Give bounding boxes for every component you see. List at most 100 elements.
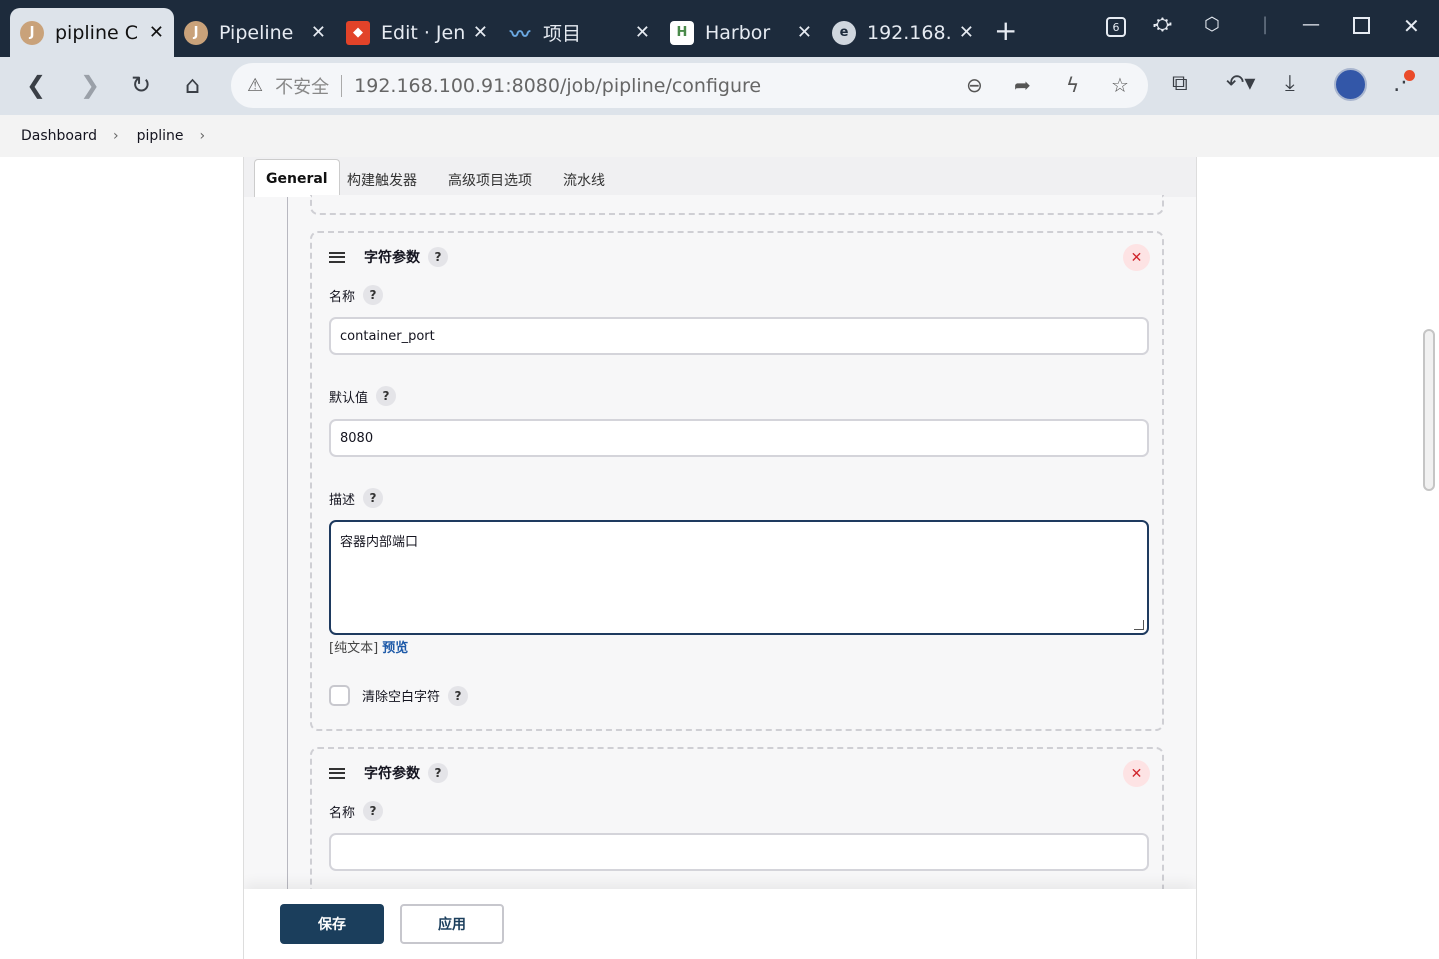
- zoom-out-icon[interactable]: ⊖: [966, 73, 983, 97]
- description-label-row: 描述 ?: [329, 488, 384, 508]
- undo-icon[interactable]: ↶▾: [1226, 71, 1255, 96]
- download-icon[interactable]: ⤓: [1285, 71, 1295, 96]
- incognito-icon[interactable]: ⛮: [1153, 14, 1172, 35]
- divider-icon: |: [1262, 14, 1269, 35]
- param-title: 字符参数: [364, 766, 420, 782]
- shirt-icon[interactable]: ⬡: [1204, 14, 1220, 35]
- back-icon[interactable]: ❮: [26, 71, 46, 99]
- tab-advanced-options[interactable]: 高级项目选项: [448, 163, 532, 197]
- name-input[interactable]: container_port: [329, 317, 1149, 355]
- action-bar: 保存 应用: [244, 889, 1196, 959]
- param-header: 字符参数 ?: [329, 763, 448, 783]
- jenkins-icon: J: [20, 20, 44, 45]
- close-tab-icon[interactable]: ✕: [635, 22, 650, 43]
- drag-handle-icon[interactable]: [329, 767, 345, 779]
- tab-general[interactable]: General: [254, 159, 340, 197]
- config-tabs: General 构建触发器 高级项目选项 流水线: [244, 157, 1196, 197]
- reload-icon[interactable]: ↻: [131, 71, 151, 99]
- description-textarea[interactable]: 容器内部端口: [329, 520, 1149, 635]
- description-text: 容器内部端口: [340, 535, 419, 550]
- trim-checkbox[interactable]: [329, 685, 350, 706]
- browser-tab-harbor[interactable]: H Harbor ✕: [660, 8, 822, 57]
- default-label-row: 默认值 ?: [329, 386, 397, 406]
- close-tab-icon[interactable]: ✕: [311, 22, 326, 43]
- globe-icon: e: [832, 20, 856, 45]
- name-label: 名称: [329, 805, 356, 821]
- help-icon[interactable]: ?: [376, 386, 397, 406]
- share-icon[interactable]: ➦: [1014, 73, 1031, 97]
- delete-param-button[interactable]: ✕: [1123, 760, 1150, 787]
- save-button[interactable]: 保存: [280, 904, 384, 944]
- page-scrollbar[interactable]: [1423, 329, 1435, 491]
- notification-dot: [1404, 70, 1415, 81]
- close-tab-icon[interactable]: ✕: [797, 22, 812, 43]
- breadcrumb-pipline[interactable]: pipline: [137, 128, 184, 144]
- help-icon[interactable]: ?: [428, 247, 448, 267]
- default-value-input[interactable]: 8080: [329, 419, 1149, 457]
- help-icon[interactable]: ?: [448, 685, 469, 706]
- config-panel: General 构建触发器 高级项目选项 流水线 字符参数 ? ✕ 名称 ? c…: [243, 157, 1197, 959]
- apply-button[interactable]: 应用: [400, 904, 504, 944]
- tab-title: Harbor: [705, 21, 771, 44]
- url-text[interactable]: 192.168.100.91:8080/job/pipline/configur…: [354, 75, 761, 97]
- resize-grip-icon[interactable]: [1134, 620, 1144, 630]
- warning-icon: ⚠: [247, 75, 264, 96]
- address-divider: [341, 74, 343, 97]
- sidebar: [0, 157, 244, 959]
- close-window-icon[interactable]: ✕: [1403, 14, 1420, 38]
- browser-tab-pipline[interactable]: J pipline C ✕: [10, 8, 174, 57]
- close-tab-icon[interactable]: ✕: [473, 22, 488, 43]
- close-tab-icon[interactable]: ✕: [149, 22, 164, 43]
- preview-link[interactable]: 预览: [382, 641, 408, 656]
- rancher-icon: 〰: [510, 22, 530, 46]
- breadcrumb-dashboard[interactable]: Dashboard: [21, 128, 97, 144]
- gitlab-icon: ◆: [346, 20, 370, 45]
- forward-icon[interactable]: ❯: [80, 71, 100, 99]
- help-icon[interactable]: ?: [363, 285, 384, 305]
- insecure-label: 不安全: [275, 76, 330, 98]
- browser-tab-project[interactable]: 〰 项目 ✕: [498, 8, 660, 57]
- string-param-card: 字符参数 ? ✕ 名称 ? container_port 默认值 ? 8080 …: [310, 231, 1164, 731]
- param-title: 字符参数: [364, 250, 420, 266]
- tab-title: pipline C: [55, 21, 138, 44]
- help-icon[interactable]: ?: [428, 763, 448, 783]
- breadcrumb: Dashboard › pipline ›: [0, 115, 1439, 157]
- tab-title: 192.168.: [867, 21, 952, 44]
- minimize-icon[interactable]: —: [1302, 14, 1320, 35]
- drag-handle-icon[interactable]: [329, 251, 345, 263]
- bolt-icon[interactable]: ϟ: [1066, 73, 1079, 97]
- help-icon[interactable]: ?: [363, 801, 384, 821]
- plain-text-label: [纯文本]: [329, 641, 379, 656]
- name-label: 名称: [329, 289, 356, 305]
- harbor-icon: H: [670, 20, 694, 45]
- format-hint: [纯文本] 预览: [329, 637, 408, 656]
- tab-build-triggers[interactable]: 构建触发器: [347, 163, 417, 197]
- chevron-right-icon[interactable]: ›: [200, 128, 206, 144]
- star-icon[interactable]: ☆: [1111, 73, 1129, 97]
- close-tab-icon[interactable]: ✕: [959, 22, 974, 43]
- browser-tab-bar: J pipline C ✕ J Pipeline ✕ ◆ Edit · Jen …: [0, 0, 1439, 57]
- help-icon[interactable]: ?: [363, 488, 384, 508]
- tab-title: Pipeline: [219, 21, 294, 44]
- home-icon[interactable]: ⌂: [185, 71, 200, 99]
- avatar[interactable]: [1334, 68, 1367, 101]
- param-header: 字符参数 ?: [329, 247, 448, 267]
- browser-tab-pipeline[interactable]: J Pipeline ✕: [174, 8, 336, 57]
- trim-option-row: 清除空白字符 ?: [329, 685, 469, 706]
- address-bar[interactable]: ⚠ 不安全 192.168.100.91:8080/job/pipline/co…: [231, 63, 1148, 108]
- browser-tab-ip[interactable]: e 192.168. ✕: [822, 8, 984, 57]
- tab-title: Edit · Jen: [381, 21, 466, 44]
- browser-tab-edit[interactable]: ◆ Edit · Jen ✕: [336, 8, 498, 57]
- name-input[interactable]: [329, 833, 1149, 871]
- delete-param-button[interactable]: ✕: [1123, 244, 1150, 271]
- previous-param-card: [310, 195, 1164, 215]
- jenkins-icon: J: [184, 20, 208, 45]
- tab-pipeline[interactable]: 流水线: [563, 163, 605, 197]
- new-tab-button[interactable]: +: [994, 14, 1017, 47]
- name-label-row: 名称 ?: [329, 285, 384, 305]
- puzzle-icon[interactable]: ⧉: [1172, 71, 1188, 96]
- browser-toolbar: ❮ ❯ ↻ ⌂ ⚠ 不安全 192.168.100.91:8080/job/pi…: [0, 57, 1439, 115]
- name-label-row: 名称 ?: [329, 801, 384, 821]
- tab-count-icon[interactable]: 6: [1106, 17, 1126, 37]
- maximize-icon[interactable]: [1353, 17, 1370, 34]
